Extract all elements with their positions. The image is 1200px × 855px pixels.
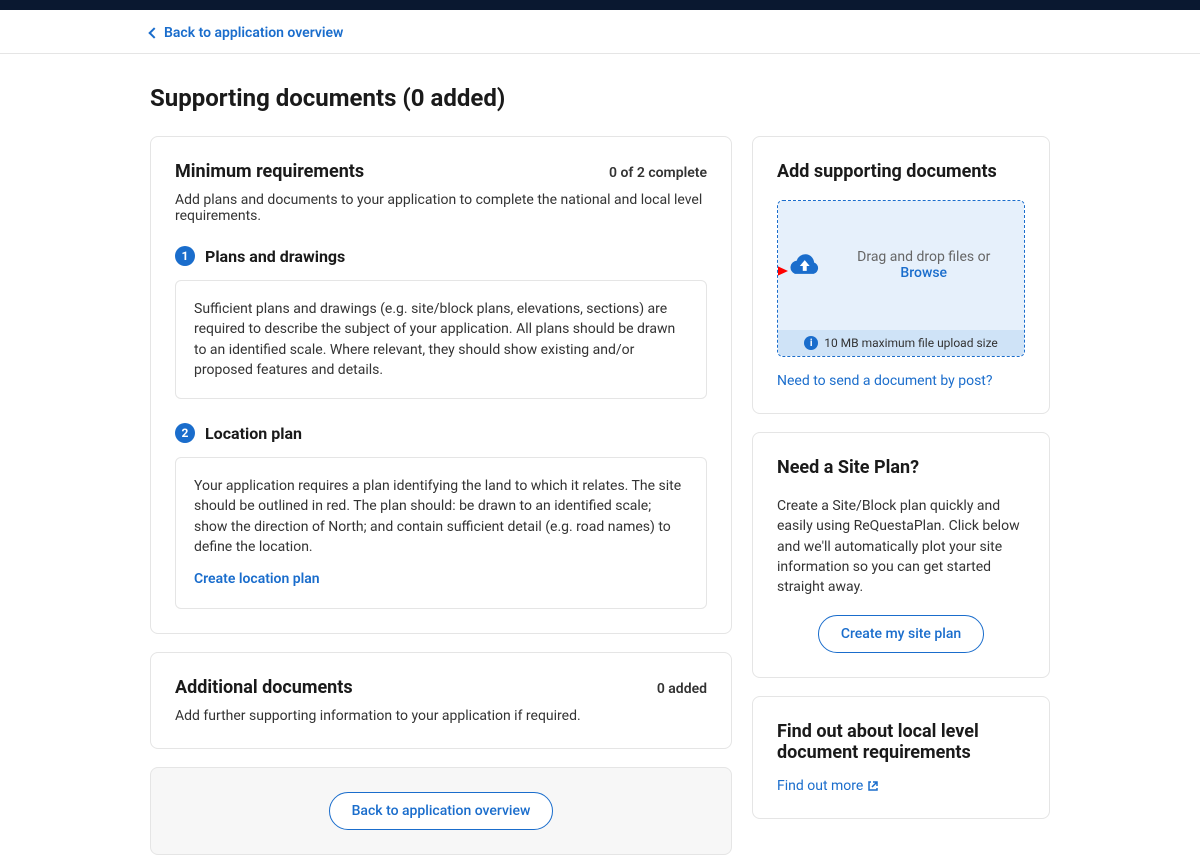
- dropzone-text: Drag and drop files or: [857, 249, 990, 265]
- create-location-plan-link[interactable]: Create location plan: [194, 569, 320, 589]
- upload-card: Add supporting documents: [752, 136, 1050, 414]
- additional-title: Additional documents: [175, 677, 353, 698]
- breadcrumb-bar: Back to application overview: [0, 10, 1200, 54]
- requirement-box-1: Sufficient plans and drawings (e.g. site…: [175, 280, 707, 399]
- min-req-subtitle: Add plans and documents to your applicat…: [175, 192, 707, 224]
- local-requirements-card: Find out about local level document requ…: [752, 696, 1050, 819]
- max-upload-text: 10 MB maximum file upload size: [824, 336, 998, 350]
- req-title-2: Location plan: [205, 424, 302, 443]
- page-title: Supporting documents (0 added): [150, 84, 1050, 112]
- chevron-left-icon: [148, 27, 159, 38]
- create-site-plan-button[interactable]: Create my site plan: [818, 615, 984, 653]
- back-link-label: Back to application overview: [164, 25, 343, 41]
- site-plan-body: Create a Site/Block plan quickly and eas…: [777, 496, 1025, 597]
- minimum-requirements-card: Minimum requirements 0 of 2 complete Add…: [150, 136, 732, 634]
- back-to-overview-button[interactable]: Back to application overview: [329, 792, 554, 830]
- req-title-1: Plans and drawings: [205, 247, 345, 266]
- min-req-title: Minimum requirements: [175, 161, 364, 182]
- requirement-box-2: Your application requires a plan identif…: [175, 457, 707, 608]
- cloud-upload-icon: [788, 252, 821, 278]
- additional-documents-card: Additional documents 0 added Add further…: [150, 652, 732, 749]
- additional-subtitle: Add further supporting information to yo…: [175, 708, 707, 724]
- local-req-title: Find out about local level document requ…: [777, 721, 1025, 763]
- upload-title: Add supporting documents: [777, 161, 1025, 182]
- footer-action-card: Back to application overview: [150, 767, 732, 855]
- top-nav-bar: [0, 0, 1200, 10]
- requirement-heading-1: 1 Plans and drawings: [175, 246, 707, 266]
- main-column: Minimum requirements 0 of 2 complete Add…: [150, 136, 732, 855]
- requirement-heading-2: 2 Location plan: [175, 423, 707, 443]
- req-number-badge: 1: [175, 246, 195, 266]
- site-plan-card: Need a Site Plan? Create a Site/Block pl…: [752, 432, 1050, 678]
- find-out-more-link[interactable]: Find out more: [777, 778, 879, 794]
- browse-link[interactable]: Browse: [900, 265, 947, 281]
- back-to-overview-link[interactable]: Back to application overview: [150, 25, 343, 41]
- site-plan-title: Need a Site Plan?: [777, 457, 1025, 478]
- file-dropzone[interactable]: Drag and drop files or Browse i 10 MB ma…: [777, 200, 1025, 357]
- req-body-2: Your application requires a plan identif…: [194, 478, 681, 555]
- send-by-post-link[interactable]: Need to send a document by post?: [777, 373, 993, 389]
- dropzone-body: Drag and drop files or Browse: [778, 201, 1024, 330]
- info-icon: i: [804, 336, 818, 350]
- min-req-status: 0 of 2 complete: [609, 165, 707, 181]
- dropzone-footer: i 10 MB maximum file upload size: [778, 330, 1024, 356]
- req-body-1: Sufficient plans and drawings (e.g. site…: [194, 301, 675, 378]
- external-link-icon: [867, 780, 879, 792]
- side-column: Add supporting documents: [752, 136, 1050, 819]
- req-number-badge: 2: [175, 423, 195, 443]
- find-out-more-label: Find out more: [777, 778, 863, 794]
- additional-status: 0 added: [657, 681, 707, 697]
